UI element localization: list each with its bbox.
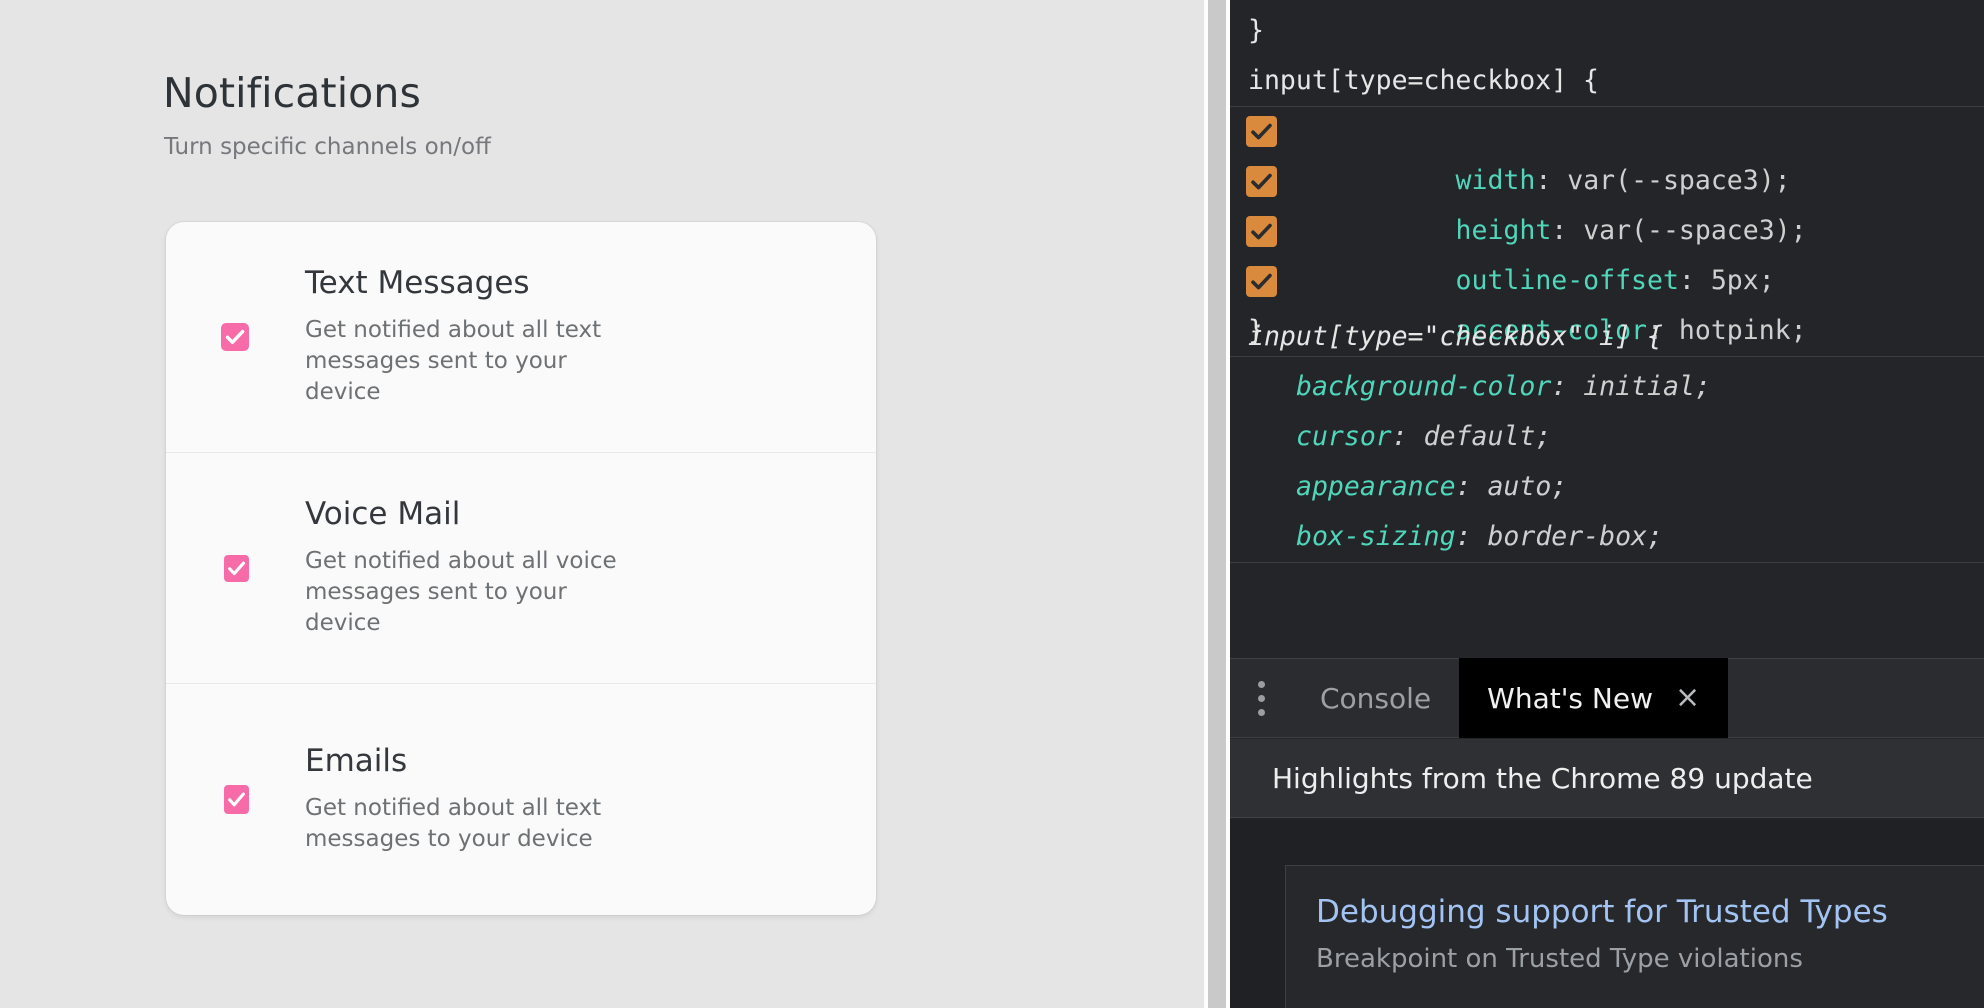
- row-description: Get notified about all text messages sen…: [305, 315, 645, 407]
- css-value: border-box;: [1487, 521, 1663, 552]
- declaration-enabled-checkbox-icon[interactable]: [1246, 166, 1277, 197]
- styles-block: input[type="checkbox" i] { background-co…: [1230, 312, 1984, 563]
- css-declaration[interactable]: width: var(--space3);: [1248, 106, 1984, 156]
- whats-new-heading: Highlights from the Chrome 89 update: [1230, 739, 1984, 818]
- css-declaration: background-color: initial;: [1248, 362, 1984, 412]
- table-row[interactable]: Emails Get notified about all text messa…: [166, 684, 876, 915]
- whats-new-item-subtitle: Breakpoint on Trusted Type violations: [1316, 944, 1984, 974]
- css-property: box-sizing: [1296, 521, 1456, 552]
- css-declaration: cursor: default;: [1248, 412, 1984, 462]
- css-declaration[interactable]: height: var(--space3);: [1248, 156, 1984, 206]
- screenshot-root: Notifications Turn specific channels on/…: [0, 0, 1984, 1008]
- table-row[interactable]: Text Messages Get notified about all tex…: [166, 222, 876, 453]
- settings-page-pane: Notifications Turn specific channels on/…: [0, 0, 1204, 1008]
- css-property: appearance: [1296, 471, 1456, 502]
- css-value: default;: [1424, 421, 1552, 452]
- row-description: Get notified about all voice messages se…: [305, 546, 645, 638]
- whats-new-item-title[interactable]: Debugging support for Trusted Types: [1316, 894, 1984, 930]
- close-icon[interactable]: ×: [1675, 683, 1700, 713]
- checkbox-cell: [166, 323, 266, 351]
- row-title: Text Messages: [305, 267, 645, 300]
- checkbox-checked-icon[interactable]: [221, 323, 249, 351]
- declaration-enabled-checkbox-icon[interactable]: [1246, 216, 1277, 247]
- tab-whats-new[interactable]: What's New ×: [1459, 658, 1728, 738]
- list-item[interactable]: Debugging support for Trusted Types Brea…: [1285, 865, 1984, 1008]
- checkbox-checked-icon[interactable]: [224, 785, 249, 814]
- row-description: Get notified about all text messages to …: [305, 793, 645, 854]
- tab-console[interactable]: Console: [1292, 658, 1459, 738]
- checkbox-cell: [166, 555, 266, 582]
- table-row[interactable]: Voice Mail Get notified about all voice …: [166, 453, 876, 684]
- row-text: Text Messages Get notified about all tex…: [266, 267, 645, 407]
- styles-rule-user-agent: input[type="checkbox" i] { background-co…: [1230, 312, 1984, 563]
- css-value: auto;: [1487, 471, 1567, 502]
- kebab-menu-icon[interactable]: [1230, 681, 1292, 716]
- tab-label: Console: [1320, 682, 1431, 715]
- row-text: Emails Get notified about all text messa…: [266, 745, 645, 855]
- css-value: initial;: [1583, 371, 1711, 402]
- css-selector[interactable]: input[type="checkbox" i] {: [1248, 312, 1984, 362]
- css-declaration[interactable]: accent-color: hotpink;: [1248, 256, 1984, 306]
- declaration-enabled-checkbox-icon[interactable]: [1246, 266, 1277, 297]
- pane-resize-handle[interactable]: [1208, 0, 1226, 1008]
- css-property: background-color: [1296, 371, 1551, 402]
- css-declaration: box-sizing: border-box;: [1248, 512, 1984, 562]
- checkbox-cell: [166, 785, 266, 814]
- drawer-tab-bar: Console What's New ×: [1230, 658, 1984, 738]
- row-title: Voice Mail: [305, 498, 645, 531]
- row-text: Voice Mail Get notified about all voice …: [266, 498, 645, 638]
- whats-new-body: Debugging support for Trusted Types Brea…: [1230, 819, 1984, 1008]
- css-declaration: appearance: auto;: [1248, 462, 1984, 512]
- css-closing-brace: }: [1248, 6, 1984, 56]
- checkbox-checked-icon[interactable]: [224, 555, 249, 582]
- page-title: Notifications: [163, 69, 421, 117]
- devtools-panel: } input[type=checkbox] { width: var(--sp…: [1230, 0, 1984, 1008]
- page-subtitle: Turn specific channels on/off: [164, 134, 491, 160]
- notifications-card: Text Messages Get notified about all tex…: [166, 222, 876, 915]
- declaration-enabled-checkbox-icon[interactable]: [1246, 116, 1277, 147]
- css-property: cursor: [1296, 421, 1392, 452]
- tab-label: What's New: [1487, 682, 1653, 715]
- css-selector[interactable]: input[type=checkbox] {: [1248, 56, 1984, 106]
- css-declaration[interactable]: outline-offset: 5px;: [1248, 206, 1984, 256]
- row-title: Emails: [305, 745, 645, 778]
